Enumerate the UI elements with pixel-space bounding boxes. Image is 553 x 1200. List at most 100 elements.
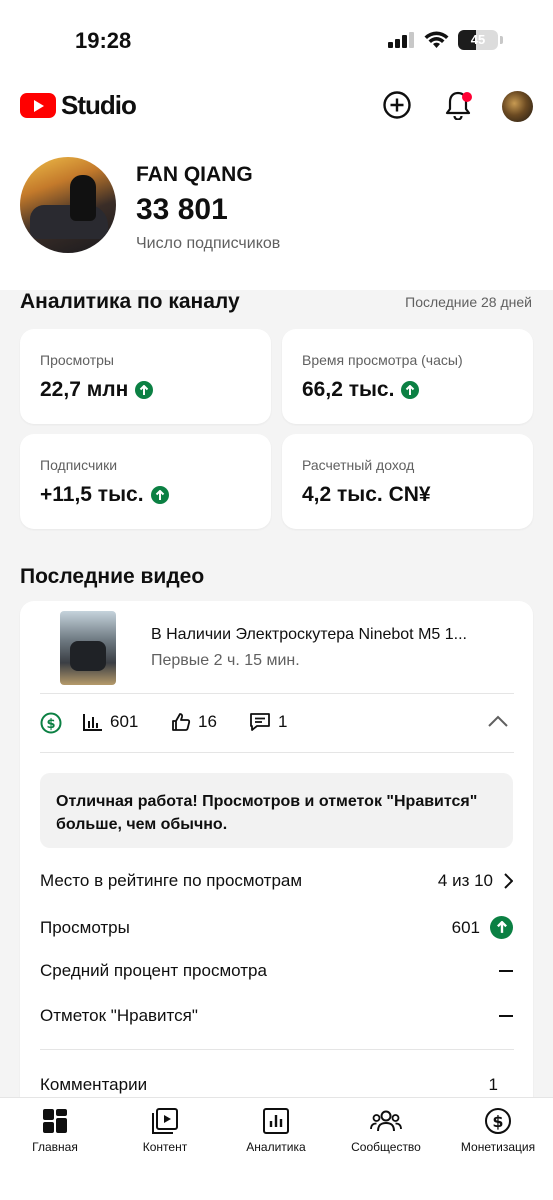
performance-callout: Отличная работа! Просмотров и отметок "Н… [40,773,513,848]
latest-videos-title: Последние видео [20,565,205,588]
stat-card-views[interactable]: Просмотры 22,7 млн [20,329,271,424]
ranking-value: 4 из 10 [437,871,493,890]
row-label: Отметок "Нравится" [40,1006,198,1025]
create-button[interactable] [381,89,413,121]
video-title[interactable]: В Наличии Электроскутера Ninebot M5 1... [151,626,516,644]
video-comments-count: 1 [278,712,288,731]
stat-value: 4,2 тыс. CN¥ [302,483,431,507]
notification-badge [462,92,472,102]
row-label: Просмотры [40,917,130,937]
nav-label: Контент [142,1140,188,1154]
trend-up-icon [401,381,420,399]
stat-label: Расчетный доход [302,457,415,473]
comments-value: 1 [488,1075,498,1094]
stat-value-text: +11,5 тыс. [40,483,144,506]
monetization-icon: $ [40,712,62,734]
video-views-metric: 601 [83,712,138,732]
stat-card-subscribers[interactable]: Подписчики +11,5 тыс. [20,434,271,529]
status-icons: 45 [388,30,503,50]
no-data-dash [499,970,513,972]
stat-value: 66,2 тыс. [302,378,420,402]
nav-item-content[interactable]: Контент [110,1106,220,1154]
divider [40,1049,514,1050]
no-data-dash [499,1015,513,1017]
row-value [499,1015,513,1017]
comments-row: Комментарии 1 [40,1075,513,1095]
views-value: 601 [451,917,480,937]
avg-percentage-row: Средний процент просмотра [40,961,513,981]
channel-avatar[interactable] [20,157,116,253]
chevron-up-icon [488,715,508,727]
trend-up-icon [150,486,169,504]
stat-value-text: 22,7 млн [40,378,129,401]
collapse-button[interactable] [488,714,508,732]
video-likes-count: 16 [198,712,217,731]
nav-label: Сообщество [351,1140,421,1154]
stat-card-revenue[interactable]: Расчетный доход 4,2 тыс. CN¥ [282,434,533,529]
stat-value-text: 66,2 тыс. [302,378,395,401]
bottom-navigation: Главная Контент Аналитика Сообщество $ М… [0,1097,553,1200]
video-views-count: 601 [110,712,139,731]
nav-item-monetization[interactable]: $ Монетизация [443,1106,553,1154]
status-time: 19:28 [75,28,132,53]
youtube-play-icon [20,93,56,118]
svg-text:$: $ [46,717,55,732]
nav-label: Монетизация [460,1140,536,1154]
monetization-icon: $ [484,1106,512,1136]
video-likes-metric: 16 [171,712,217,732]
trend-up-icon [490,916,513,939]
cellular-signal-icon [388,32,414,48]
stat-value-text: 4,2 тыс. CN¥ [302,483,431,506]
row-label: Комментарии [40,1075,148,1094]
notifications-button[interactable] [442,89,474,121]
stat-label: Просмотры [40,352,114,368]
bar-chart-icon [83,714,102,731]
likes-row: Отметок "Нравится" [40,1006,513,1026]
stat-value: +11,5 тыс. [40,483,169,507]
video-comments-metric: 1 [249,712,287,732]
row-value: 1 [489,1075,498,1095]
app-name: Studio [61,90,137,120]
battery-icon: 45 [458,30,498,50]
divider [40,752,514,753]
stat-card-watch-time[interactable]: Время просмотра (часы) 66,2 тыс. [282,329,533,424]
add-circle-icon [383,91,411,119]
nav-item-analytics[interactable]: Аналитика [221,1106,331,1154]
views-row: Просмотры 601 [40,916,513,939]
row-value [499,970,513,972]
battery-percent: 45 [470,32,486,47]
analytics-period[interactable]: Последние 28 дней [405,294,532,310]
nav-label: Аналитика [246,1140,306,1154]
avatar-scooter-shape [30,205,108,239]
video-thumbnail[interactable] [60,611,116,685]
analytics-icon [262,1106,290,1136]
row-value: 4 из 10 [438,871,513,891]
youtube-studio-logo[interactable]: Studio [20,90,137,121]
ranking-row[interactable]: Место в рейтинге по просмотрам 4 из 10 [40,871,513,891]
monetization-status[interactable]: $ [40,712,62,734]
chevron-right-icon [504,873,513,889]
thumbs-up-icon [172,713,191,731]
wifi-icon [424,31,449,48]
divider [40,693,514,694]
nav-item-community[interactable]: Сообщество [331,1106,441,1154]
subscriber-label: Число подписчиков [136,235,281,252]
subscriber-count: 33 801 [136,193,228,226]
comment-icon [250,713,270,731]
account-avatar[interactable] [502,91,533,122]
nav-label: Главная [32,1140,78,1154]
channel-name: FAN QIANG [136,163,253,186]
latest-video-card: В Наличии Электроскутера Ninebot M5 1...… [20,601,533,1121]
community-icon [370,1106,402,1136]
content-icon [151,1106,179,1136]
row-label: Место в рейтинге по просмотрам [40,871,303,890]
avatar-rider-shape [70,175,96,221]
row-label: Средний процент просмотра [40,961,267,980]
home-grid-icon [42,1106,68,1136]
row-value: 601 [452,916,513,939]
stat-value: 22,7 млн [40,378,154,402]
stat-label: Время просмотра (часы) [302,352,463,368]
analytics-title: Аналитика по каналу [20,290,240,313]
video-period: Первые 2 ч. 15 мин. [151,652,300,669]
nav-item-home[interactable]: Главная [0,1106,110,1154]
